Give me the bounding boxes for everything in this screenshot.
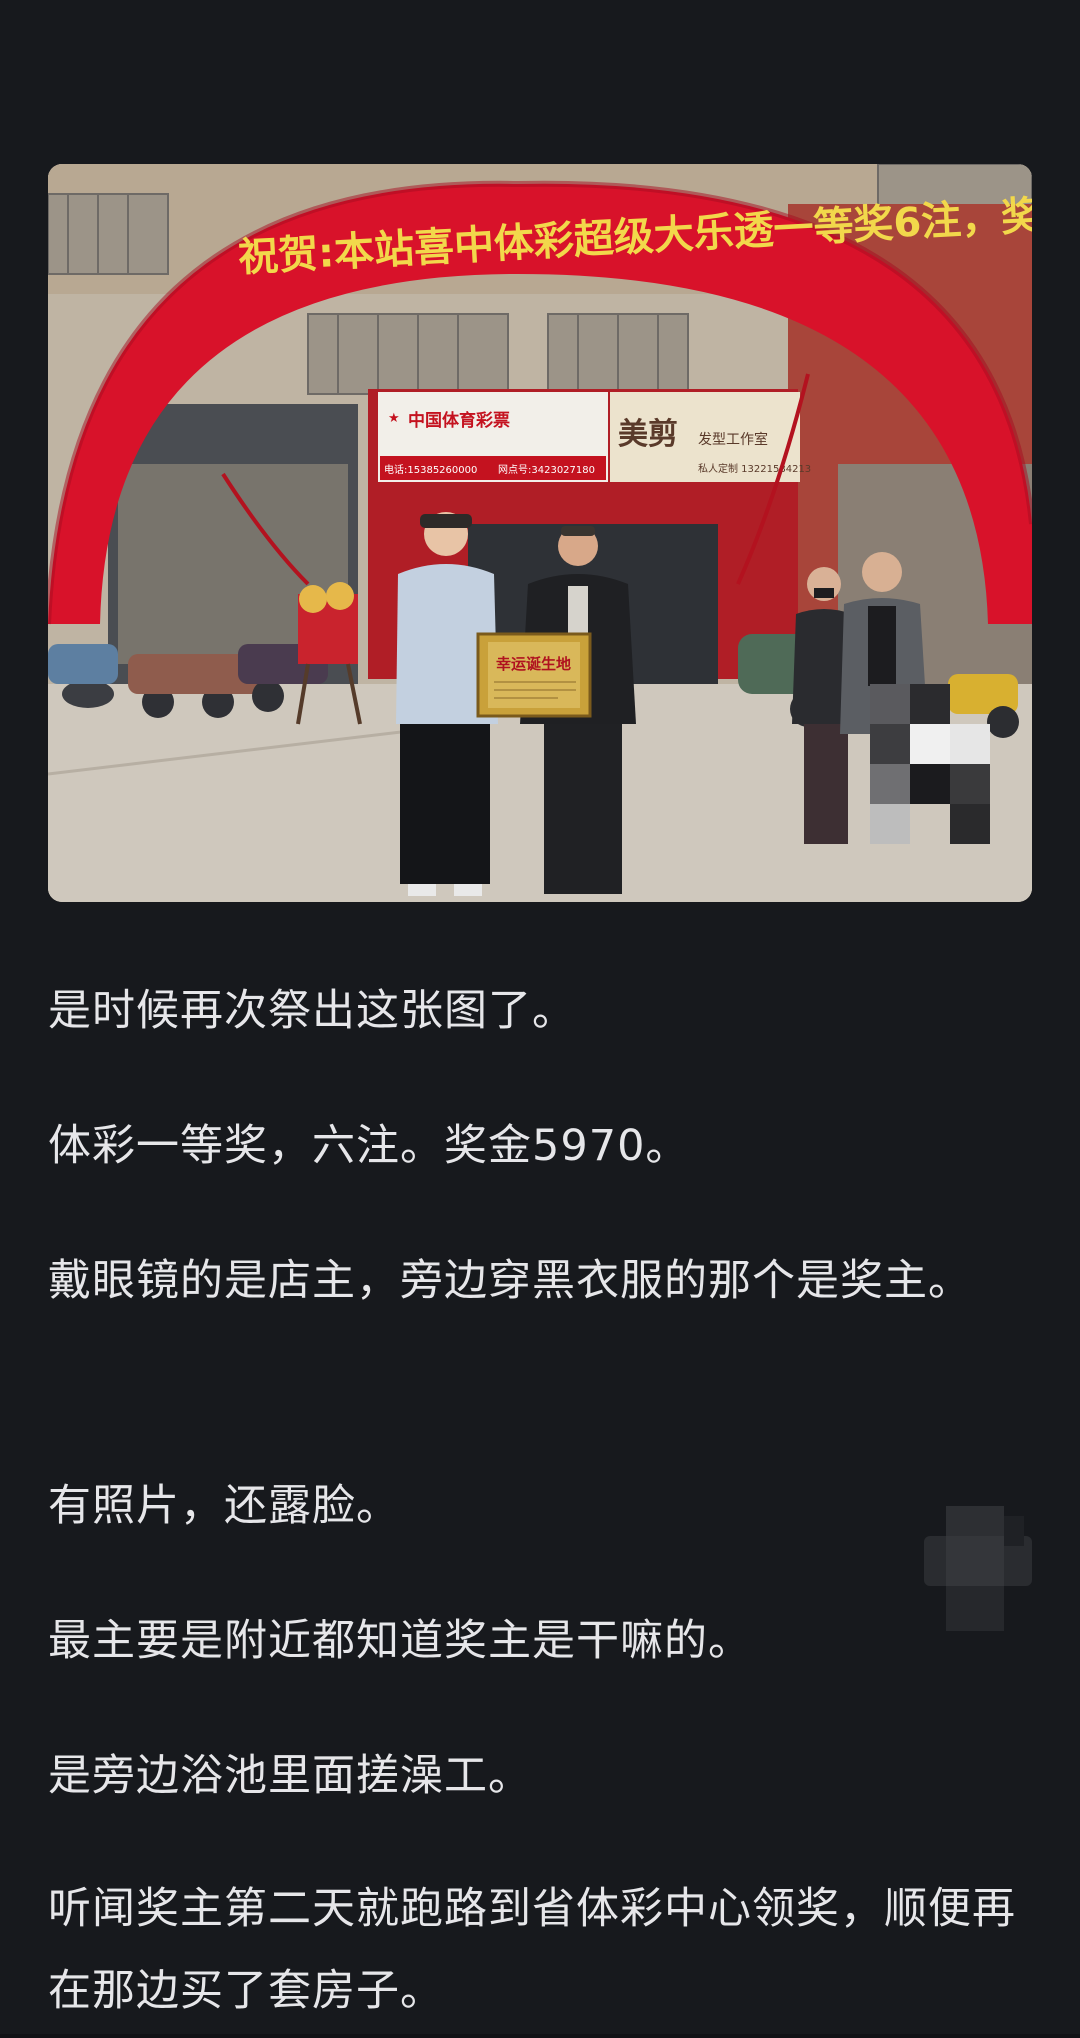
salon-sign-text: 美剪 [618, 417, 678, 452]
paragraph-7: 听闻奖主第二天就跑路到省体彩中心领奖，顺便再在那边买了套房子。 [48, 1884, 1016, 2016]
bottom-divider [0, 2034, 1080, 2038]
salon-sign-phone: 私人定制 13221584213 [698, 462, 811, 475]
salon-sign-sub: 发型工作室 [698, 431, 768, 448]
plaque: 幸运诞生地 [476, 632, 592, 718]
lottery-celebration-photo: ★ 中国体育彩票 电话:15385260000 网点号:3423027180 美… [48, 164, 1032, 902]
plaque-text: 幸运诞生地 [496, 655, 571, 673]
article-content: ★ 中国体育彩票 电话:15385260000 网点号:3423027180 美… [0, 0, 1080, 2038]
svg-text:★: ★ [388, 411, 400, 426]
paragraph-1: 是时候再次祭出这张图了。 [48, 986, 576, 1036]
paragraph-3: 戴眼镜的是店主，旁边穿黑衣服的那个是奖主。 [48, 1256, 972, 1306]
paragraph-2: 体彩一等奖，六注。奖金5970。 [48, 1121, 690, 1171]
article-photo[interactable]: ★ 中国体育彩票 电话:15385260000 网点号:3423027180 美… [48, 164, 1032, 902]
pixelated-avatar-icon [924, 1506, 1032, 1631]
floating-avatar-button[interactable] [924, 1506, 1032, 1631]
lottery-sign-sub: 网点号:3423027180 [498, 464, 595, 476]
paragraph-4: 有照片，还露脸。 [48, 1481, 400, 1531]
paragraph-6: 是旁边浴池里面搓澡工。 [48, 1751, 532, 1801]
lottery-sign-phone: 电话:15385260000 [384, 463, 477, 476]
lottery-sign-text: 中国体育彩票 [408, 410, 510, 431]
paragraph-5: 最主要是附近都知道奖主是干嘛的。 [48, 1616, 752, 1666]
